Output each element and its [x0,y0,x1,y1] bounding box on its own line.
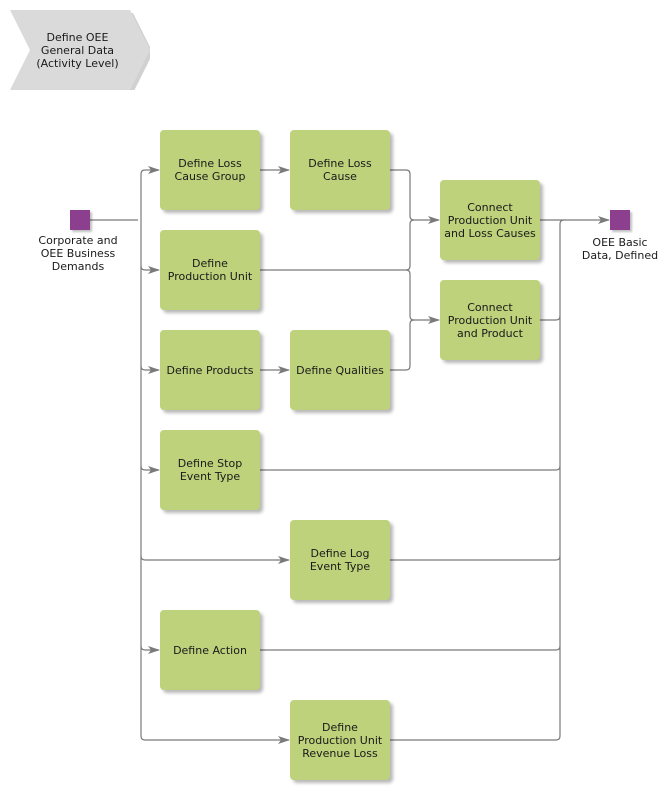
function-connect-production-unit-and-loss-causes[interactable]: Connect Production Unit and Loss Causes [440,180,540,260]
connector-to-log-event-type [140,555,290,564]
function-define-production-unit-revenue-loss[interactable]: Define Production Unit Revenue Loss [290,700,390,780]
function-connect-production-unit-and-product[interactable]: Connect Production Unit and Product [440,280,540,360]
function-define-stop-event-type[interactable]: Define Stop Event Type [160,430,260,510]
activity-header-label: Define OEE General Data (Activity Level) [36,30,119,70]
connector-to-action [140,645,160,654]
function-define-loss-cause[interactable]: Define Loss Cause [290,130,390,210]
connector-qualities-to-merge [390,319,415,371]
connector-to-products [140,365,160,374]
connector-to-production-unit [140,265,160,274]
start-event-label: Corporate and OEE Business Demands [38,234,118,273]
connector-production-unit-to-merge [260,219,415,271]
function-define-action[interactable]: Define Action [160,610,260,690]
function-define-qualities[interactable]: Define Qualities [290,330,390,410]
function-define-production-unit[interactable]: Define Production Unit [160,230,260,310]
function-define-loss-cause-group[interactable]: Define Loss Cause Group [160,130,260,210]
connector-to-stop-event-type [140,465,160,474]
function-define-products[interactable]: Define Products [160,330,260,410]
end-event-label: OEE Basic Data, Defined [581,236,659,262]
end-event[interactable] [610,210,630,230]
connector-loss-cause-to-merge [390,169,440,224]
start-event[interactable] [70,210,90,230]
function-define-log-event-type[interactable]: Define Log Event Type [290,520,390,600]
